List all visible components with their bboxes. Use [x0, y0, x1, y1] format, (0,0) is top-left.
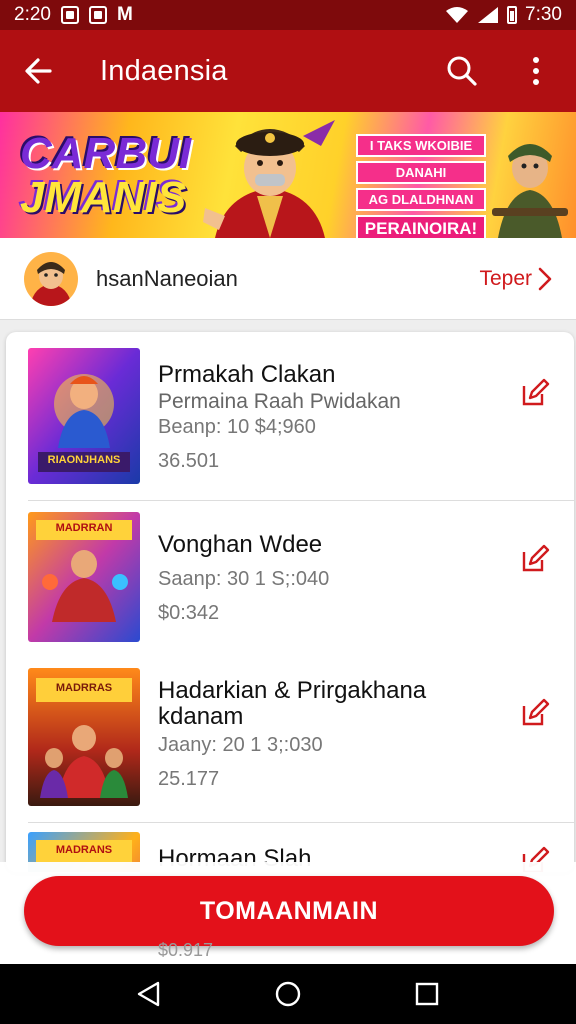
- more-vert-icon: [533, 57, 539, 85]
- primary-cta-button[interactable]: TOMAANMAIN: [24, 876, 554, 946]
- game-thumbnail[interactable]: RIAONJHANS: [28, 348, 140, 484]
- banner-text-block: I TAKS WKOIBIE DANAHI AG DLALDHNAN PERAI…: [356, 134, 486, 238]
- system-nav-bar: [0, 964, 576, 1024]
- carrier-glyph: M: [116, 4, 133, 25]
- banner-soldier-illustration: [492, 144, 568, 238]
- item-meta-2: 25.177: [158, 768, 220, 790]
- divider: [28, 822, 574, 823]
- nav-home-button[interactable]: [268, 974, 308, 1014]
- channel-name: hsanNaneoian: [96, 265, 238, 291]
- banner-pill-4: PERAINOIRA!: [356, 215, 486, 238]
- search-icon: [447, 56, 477, 86]
- thumb-label: MADRANS: [55, 844, 113, 856]
- banner-pill-1: I TAKS WKOIBIE: [356, 134, 486, 157]
- banner-pill-3: AG DLALDHNAN: [356, 188, 486, 211]
- status-time-right: 7:30: [525, 4, 562, 25]
- game-thumbnail[interactable]: MADRRAN: [28, 512, 140, 642]
- search-button[interactable]: [442, 51, 482, 91]
- item-meta-2: 36.501: [158, 450, 220, 472]
- banner-logo-line1: CARBUI: [20, 129, 192, 178]
- notification-icon: [60, 6, 79, 24]
- list-item[interactable]: MADRRAS Hadarkian & Prirgakhana kdanam J…: [6, 666, 574, 830]
- nav-recents-icon: [415, 982, 438, 1006]
- avatar-image: [24, 251, 78, 306]
- channel-link[interactable]: Teper: [479, 267, 552, 291]
- status-time-left: 2:20: [14, 4, 51, 25]
- wifi-icon: [446, 7, 469, 23]
- thumb-label: MADRRAN: [55, 522, 113, 534]
- item-title[interactable]: Prmakah Clakan: [158, 361, 335, 388]
- item-meta-1: Jaany: 20 1 3;:030: [158, 734, 323, 756]
- list-item[interactable]: MADRRAN Vonghan Wdee Saanp: 30 1 S;:040 …: [6, 500, 574, 666]
- signal-icon: [478, 7, 499, 23]
- edit-icon: [522, 698, 550, 726]
- item-subtitle: Permaina Raah Pwidakan: [158, 390, 401, 413]
- edit-button[interactable]: [518, 696, 552, 730]
- item-meta-2: $0.917: [158, 940, 214, 960]
- bottom-action-area: TOMAANMAIN $0.917: [0, 862, 576, 964]
- item-meta-2: $0:342: [158, 602, 220, 624]
- nav-back-button[interactable]: [129, 974, 169, 1014]
- item-meta-1: Saanp: 30 1 S;:040: [158, 568, 330, 590]
- nav-back-icon: [138, 981, 160, 1007]
- thumb-label: RIAONJHANS: [47, 454, 121, 466]
- channel-link-label: Teper: [479, 266, 532, 290]
- chevron-right-icon: [538, 267, 552, 290]
- edit-button[interactable]: [518, 376, 552, 410]
- app-bar: Indaensia: [0, 30, 576, 112]
- item-title[interactable]: Hadarkian & Prirgakhana kdanam: [158, 677, 468, 731]
- edit-button[interactable]: [518, 542, 552, 576]
- promo-banner[interactable]: CARBUI JMANIS I TAKS WKOIBIE DANAHI AG D…: [0, 112, 576, 238]
- item-meta-1: Beanp: 10 $4;960: [158, 416, 316, 438]
- avatar[interactable]: [24, 251, 78, 306]
- nav-home-icon: [275, 981, 301, 1007]
- banner-pill-2: DANAHI: [356, 161, 486, 184]
- edit-icon: [522, 544, 550, 572]
- back-arrow-icon: [25, 58, 52, 84]
- channel-row[interactable]: hsanNaneoian Teper: [0, 238, 576, 320]
- back-button[interactable]: [18, 51, 58, 91]
- status-bar: 2:20 M 7:30: [0, 0, 576, 30]
- edit-icon: [522, 378, 550, 406]
- more-button[interactable]: [516, 51, 556, 91]
- nav-recents-button[interactable]: [407, 974, 447, 1014]
- thumb-label: MADRRAS: [55, 682, 113, 694]
- page-title: Indaensia: [100, 54, 228, 87]
- battery-icon: [507, 6, 518, 24]
- banner-character-illustration: [203, 120, 335, 238]
- notification-icon-2: [88, 6, 107, 24]
- game-thumbnail[interactable]: MADRRAS: [28, 668, 140, 806]
- list-item[interactable]: RIAONJHANS Prmakah Clakan Permaina Raah …: [6, 332, 574, 500]
- item-title[interactable]: Vonghan Wdee: [158, 531, 322, 558]
- banner-logo-line2: JMANIS: [20, 173, 187, 222]
- banner-logo: CARBUI JMANIS: [20, 128, 192, 224]
- game-list: RIAONJHANS Prmakah Clakan Permaina Raah …: [6, 332, 574, 872]
